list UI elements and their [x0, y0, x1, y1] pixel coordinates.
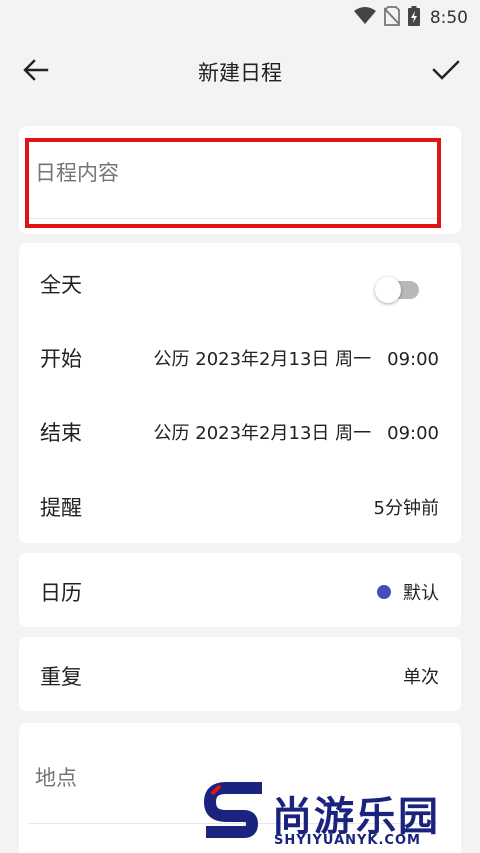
reminder-value: 5分钟前: [373, 498, 439, 519]
confirm-button[interactable]: [430, 56, 462, 84]
repeat-value: 单次: [403, 667, 439, 688]
highlight-box: [25, 138, 441, 228]
all-day-toggle[interactable]: [375, 276, 423, 304]
reminder-row[interactable]: 提醒 5分钟前: [19, 476, 461, 536]
calendar-name: 默认: [403, 583, 439, 604]
calendar-color-dot: [377, 585, 391, 599]
reminder-label: 提醒: [40, 496, 82, 520]
end-time[interactable]: 09:00: [387, 423, 439, 444]
time-card: 全天 开始 公历 2023年2月13日 周一 09:00 结束 公历 2023年2…: [19, 243, 461, 543]
end-label: 结束: [40, 421, 82, 445]
no-sim-icon: [383, 6, 401, 30]
calendar-value: 默认: [377, 579, 439, 605]
status-time: 8:50: [429, 8, 468, 28]
start-row[interactable]: 开始 公历 2023年2月13日 周一 09:00: [19, 327, 461, 387]
repeat-label: 重复: [40, 665, 82, 689]
calendar-label: 日历: [40, 581, 82, 605]
status-icons: 8:50: [353, 6, 468, 30]
status-bar: 8:50: [0, 0, 480, 34]
start-value: 公历 2023年2月13日 周一 09:00: [154, 345, 439, 371]
calendar-row[interactable]: 日历 默认: [19, 561, 461, 621]
watermark-logo: 尚游乐园 SHYIYUANYK.COM: [200, 780, 480, 853]
toolbar: 新建日程: [0, 40, 480, 100]
battery-charging-icon: [407, 6, 420, 30]
page-title: 新建日程: [198, 61, 282, 85]
repeat-card[interactable]: 重复 单次: [19, 637, 461, 711]
end-row[interactable]: 结束 公历 2023年2月13日 周一 09:00: [19, 401, 461, 461]
toggle-thumb: [375, 277, 401, 303]
all-day-row[interactable]: 全天: [19, 253, 461, 313]
start-label: 开始: [40, 347, 82, 371]
calendar-card[interactable]: 日历 默认: [19, 553, 461, 627]
check-icon: [432, 60, 460, 80]
new-schedule-screen: 8:50 新建日程 全天 开始: [0, 0, 480, 853]
watermark-s-logo-icon: [203, 782, 262, 838]
start-time[interactable]: 09:00: [387, 349, 439, 370]
end-value: 公历 2023年2月13日 周一 09:00: [154, 419, 439, 445]
wifi-icon: [353, 7, 376, 29]
end-date[interactable]: 公历 2023年2月13日 周一: [154, 423, 372, 444]
watermark-domain: SHYIYUANYK.COM: [274, 833, 421, 848]
repeat-row[interactable]: 重复 单次: [19, 645, 461, 705]
all-day-label: 全天: [40, 273, 82, 297]
start-date[interactable]: 公历 2023年2月13日 周一: [154, 349, 372, 370]
